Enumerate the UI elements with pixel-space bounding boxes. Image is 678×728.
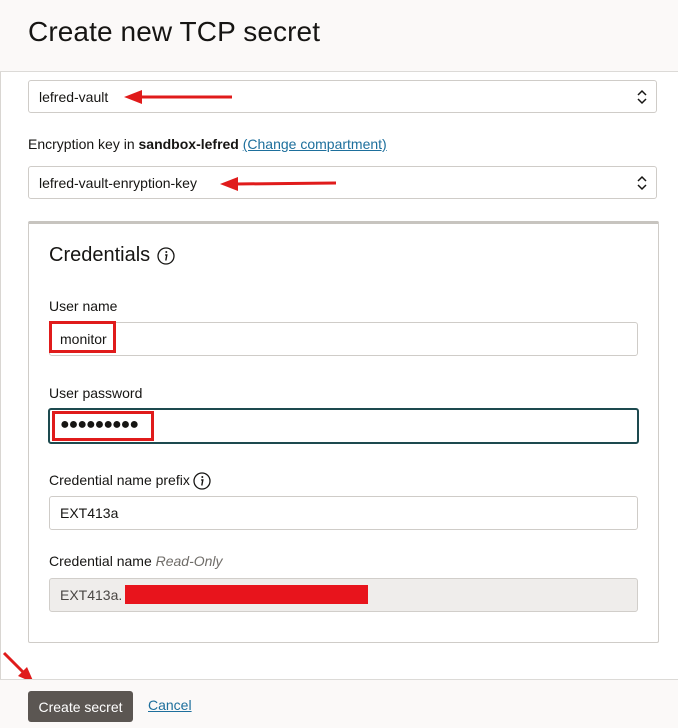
page-title: Create new TCP secret xyxy=(28,16,321,47)
credential-name-label: Credential name Read-Only xyxy=(49,553,223,569)
annotation-box-username xyxy=(49,321,116,353)
encryption-key-label: Encryption key in sandbox-lefred (Change… xyxy=(28,136,387,152)
user-name-label: User name xyxy=(49,298,118,314)
credential-name-prefix-label: Credential name prefix xyxy=(49,472,190,488)
encryption-key-select[interactable]: lefred-vault-enryption-key xyxy=(28,166,657,199)
vault-select[interactable]: lefred-vault xyxy=(28,80,657,113)
encryption-key-select-value: lefred-vault-enryption-key xyxy=(39,175,197,191)
create-secret-button[interactable]: Create secret xyxy=(28,691,133,722)
redaction-bar xyxy=(125,585,368,604)
panel-edge xyxy=(0,0,1,727)
read-only-tag: Read-Only xyxy=(155,553,223,569)
credential-name-value: EXT413a. xyxy=(60,587,123,603)
panel-footer: Create secret Cancel xyxy=(0,679,678,728)
chevron-up-down-icon xyxy=(637,89,647,105)
credential-name-label-text: Credential name xyxy=(49,553,152,569)
annotation-box-password xyxy=(52,411,154,441)
credential-name-prefix-value: EXT413a xyxy=(60,505,119,521)
encryption-key-prefix: Encryption key in xyxy=(28,136,139,152)
vault-select-value: lefred-vault xyxy=(39,89,109,105)
change-compartment-link[interactable]: (Change compartment) xyxy=(243,136,387,152)
cancel-link[interactable]: Cancel xyxy=(148,697,192,713)
credentials-title: Credentials xyxy=(49,244,151,266)
info-icon[interactable] xyxy=(193,472,211,490)
credential-name-prefix-input[interactable]: EXT413a xyxy=(49,496,638,530)
compartment-name: sandbox-lefred xyxy=(138,136,239,152)
user-name-input[interactable]: monitor xyxy=(49,322,638,356)
panel-header: Create new TCP secret xyxy=(0,0,678,72)
user-password-label: User password xyxy=(49,385,143,401)
info-icon[interactable] xyxy=(157,247,175,265)
chevron-up-down-icon xyxy=(637,175,647,191)
